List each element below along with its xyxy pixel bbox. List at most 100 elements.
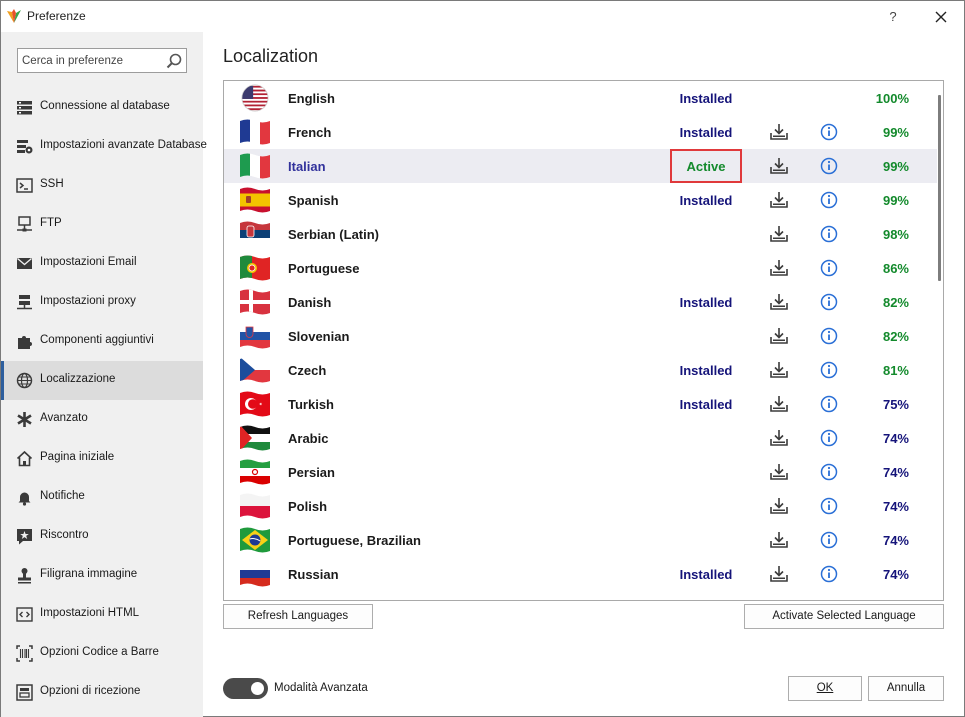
- download-icon[interactable]: [769, 361, 789, 379]
- info-icon[interactable]: [820, 123, 838, 141]
- language-name: Turkish: [288, 397, 334, 412]
- download-icon[interactable]: [769, 497, 789, 515]
- sidebar-item-avanzato[interactable]: Avanzato: [1, 400, 203, 439]
- feedback-star-icon: [16, 528, 33, 545]
- language-row-english[interactable]: English Installed 100%: [224, 81, 937, 115]
- language-list[interactable]: English Installed 100% French Installed 99% It…: [223, 80, 944, 601]
- info-icon[interactable]: [820, 225, 838, 243]
- download-icon[interactable]: [769, 463, 789, 481]
- download-icon[interactable]: [769, 327, 789, 345]
- language-row-danish[interactable]: Danish Installed 82%: [224, 285, 937, 319]
- sidebar-item-label: Connessione al database: [40, 100, 170, 112]
- sidebar-item-ssh[interactable]: SSH: [1, 166, 203, 205]
- info-icon[interactable]: [820, 327, 838, 345]
- translation-percent: 86%: [882, 261, 909, 276]
- info-icon[interactable]: [820, 463, 838, 481]
- language-row-spanish[interactable]: Spanish Installed 99%: [224, 183, 937, 217]
- ok-button[interactable]: OK: [788, 676, 862, 701]
- puzzle-icon: [16, 333, 33, 350]
- cancel-button[interactable]: Annulla: [868, 676, 944, 701]
- advanced-mode-label: Modalità Avanzata: [274, 682, 368, 694]
- search-box[interactable]: [17, 48, 187, 73]
- language-row-czech[interactable]: Czech Installed 81%: [224, 353, 937, 387]
- search-input[interactable]: [18, 49, 158, 72]
- flag-pt-icon: [240, 254, 270, 282]
- scrollbar[interactable]: [938, 95, 941, 281]
- info-icon[interactable]: [820, 191, 838, 209]
- language-row-russian[interactable]: Russian Installed 74%: [224, 557, 937, 591]
- info-icon[interactable]: [820, 361, 838, 379]
- sidebar-item-label: Impostazioni proxy: [40, 295, 136, 307]
- sidebar-item-label: Pagina iniziale: [40, 451, 115, 463]
- info-icon[interactable]: [820, 293, 838, 311]
- sidebar-item-componenti-aggiuntivi[interactable]: Componenti aggiuntivi: [1, 322, 203, 361]
- advanced-mode-toggle[interactable]: [223, 678, 268, 699]
- download-icon[interactable]: [769, 429, 789, 447]
- download-icon[interactable]: [769, 123, 789, 141]
- flag-us-icon: [240, 84, 270, 112]
- sidebar-item-riscontro[interactable]: Riscontro: [1, 517, 203, 556]
- help-button[interactable]: ?: [881, 7, 905, 27]
- info-icon[interactable]: [820, 497, 838, 515]
- download-icon[interactable]: [769, 259, 789, 277]
- language-row-serbian-latin-[interactable]: Serbian (Latin) 98%: [224, 217, 937, 251]
- download-icon[interactable]: [769, 531, 789, 549]
- sidebar-item-opzioni-codice-a-barre[interactable]: Opzioni Codice a Barre: [1, 634, 203, 673]
- info-icon[interactable]: [820, 429, 838, 447]
- download-icon[interactable]: [769, 293, 789, 311]
- download-icon[interactable]: [769, 565, 789, 583]
- search-icon[interactable]: [165, 52, 183, 70]
- language-name: Serbian (Latin): [288, 227, 380, 242]
- sidebar-item-ftp[interactable]: FTP: [1, 205, 203, 244]
- info-icon[interactable]: [820, 157, 838, 175]
- sidebar-item-opzioni-di-ricezione[interactable]: Opzioni di ricezione: [1, 673, 203, 712]
- sidebar-item-label: Impostazioni HTML: [40, 607, 140, 619]
- terminal-icon: [16, 177, 33, 194]
- sidebar-item-localizzazione[interactable]: Localizzazione: [1, 361, 203, 400]
- close-icon[interactable]: [928, 6, 954, 28]
- language-row-slovenian[interactable]: Slovenian 82%: [224, 319, 937, 353]
- refresh-languages-button[interactable]: Refresh Languages: [223, 604, 373, 629]
- sidebar-item-filigrana-immagine[interactable]: Filigrana immagine: [1, 556, 203, 595]
- flag-rs-icon: [240, 220, 270, 248]
- info-icon[interactable]: [820, 395, 838, 413]
- network-icon: [16, 216, 33, 233]
- sidebar-item-label: Localizzazione: [40, 373, 116, 385]
- sidebar-item-impostazioni-avanzate-database[interactable]: Impostazioni avanzate Database: [1, 127, 207, 166]
- info-icon[interactable]: [820, 565, 838, 583]
- sidebar-item-impostazioni-email[interactable]: Impostazioni Email: [1, 244, 203, 283]
- activate-selected-language-button[interactable]: Activate Selected Language: [744, 604, 944, 629]
- info-icon[interactable]: [820, 531, 838, 549]
- language-row-portuguese[interactable]: Portuguese 86%: [224, 251, 937, 285]
- sidebar-item-connessione-al-database[interactable]: Connessione al database: [1, 88, 203, 127]
- translation-percent: 99%: [882, 193, 909, 208]
- info-icon[interactable]: [820, 259, 838, 277]
- language-row-arabic[interactable]: Arabic 74%: [224, 421, 937, 455]
- sidebar-item-label: Opzioni Codice a Barre: [40, 646, 159, 658]
- language-row-italian[interactable]: Italian Active 99%: [224, 149, 937, 183]
- language-row-french[interactable]: French Installed 99%: [224, 115, 937, 149]
- translation-percent: 74%: [882, 533, 909, 548]
- language-name: Portuguese: [288, 261, 360, 276]
- title-bar: Preferenze ?: [1, 1, 964, 32]
- language-status: Installed: [679, 295, 733, 310]
- download-icon[interactable]: [769, 395, 789, 413]
- download-icon[interactable]: [769, 157, 789, 175]
- language-row-persian[interactable]: Persian 74%: [224, 455, 937, 489]
- sidebar-item-impostazioni-proxy[interactable]: Impostazioni proxy: [1, 283, 203, 322]
- language-status: Installed: [679, 193, 733, 208]
- sidebar-item-label: Opzioni di ricezione: [40, 685, 141, 697]
- language-row-portuguese-brazilian[interactable]: Portuguese, Brazilian 74%: [224, 523, 937, 557]
- language-row-turkish[interactable]: Turkish Installed 75%: [224, 387, 937, 421]
- code-icon: [16, 606, 33, 623]
- sidebar-item-label: Notifiche: [40, 490, 85, 502]
- language-name: Italian: [288, 159, 326, 174]
- sidebar-item-notifiche[interactable]: Notifiche: [1, 478, 203, 517]
- sidebar-item-label: Componenti aggiuntivi: [40, 334, 154, 346]
- sidebar-item-impostazioni-html[interactable]: Impostazioni HTML: [1, 595, 203, 634]
- barcode-icon: [16, 645, 33, 662]
- language-row-polish[interactable]: Polish 74%: [224, 489, 937, 523]
- download-icon[interactable]: [769, 225, 789, 243]
- download-icon[interactable]: [769, 191, 789, 209]
- sidebar-item-pagina-iniziale[interactable]: Pagina iniziale: [1, 439, 203, 478]
